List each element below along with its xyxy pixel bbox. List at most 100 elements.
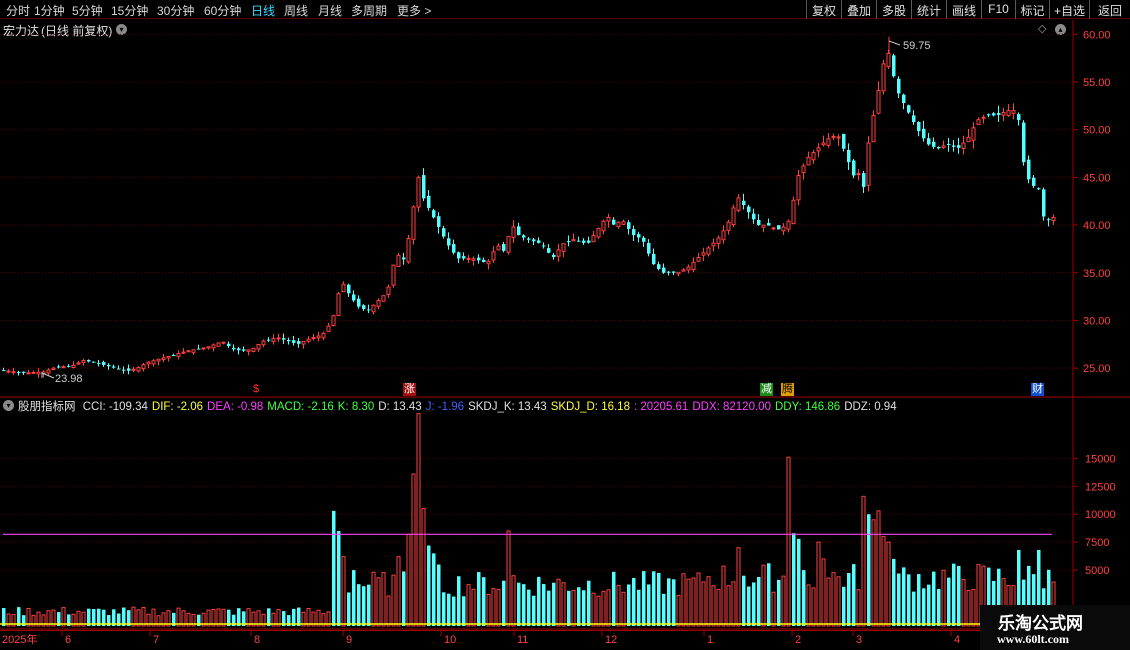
candle-body	[381, 295, 386, 302]
volume-bar	[831, 572, 836, 627]
overlay-button[interactable]: 叠加	[841, 0, 876, 19]
period-tab-60min[interactable]: 60分钟	[204, 2, 241, 19]
candle-body	[652, 253, 656, 265]
candle-body	[791, 199, 796, 225]
volume-bar	[902, 567, 906, 626]
candle-body	[371, 304, 376, 313]
candle-body	[246, 349, 251, 352]
candle-body	[657, 264, 661, 269]
volume-bar	[357, 584, 361, 626]
draw-line-button[interactable]: 画线	[946, 0, 981, 19]
candle-body	[606, 216, 611, 222]
multi-stock-button[interactable]: 多股	[876, 0, 911, 19]
candle-body	[856, 173, 861, 176]
month-tick-label: 1	[707, 634, 713, 646]
volume-bar	[941, 569, 946, 627]
volume-bar	[966, 589, 971, 627]
candle-body	[542, 245, 546, 247]
volume-bar	[922, 588, 926, 626]
period-tab-weekly[interactable]: 周线	[284, 2, 308, 19]
candle-body	[971, 127, 976, 141]
candle-body	[961, 142, 966, 150]
period-tab-fenshi[interactable]: 分时	[6, 2, 30, 19]
volume-bar	[437, 564, 441, 626]
candle-body	[442, 228, 446, 237]
marker-rise[interactable]: 涨	[403, 383, 416, 396]
volume-bar	[17, 607, 21, 626]
price-tick-label: 50.00	[1083, 125, 1111, 137]
marker-finance[interactable]: 财	[1031, 383, 1044, 396]
volume-chart[interactable]: 15000 12500 10000 7500 5000	[0, 398, 1130, 630]
period-tab-monthly[interactable]: 月线	[318, 2, 342, 19]
volume-bar	[332, 510, 336, 626]
volume-bar	[802, 570, 806, 626]
candle-body	[937, 146, 941, 149]
candlestick-chart[interactable]: 60.00 55.00 50.00 45.00 40.00 35.00 30.00 25.00…	[0, 20, 1130, 398]
adjust-button[interactable]: 复权	[806, 0, 841, 19]
candle-body	[1017, 114, 1021, 121]
f10-button[interactable]: F10	[981, 0, 1015, 19]
volume-bar	[587, 580, 591, 626]
period-tab-1min[interactable]: 1分钟	[34, 2, 65, 19]
month-tick-label: 9	[346, 634, 352, 646]
period-tab-more[interactable]: 更多 >	[397, 2, 431, 19]
candle-body	[747, 206, 751, 213]
marker-reduce[interactable]: 减	[760, 383, 773, 396]
candle-body	[31, 371, 36, 374]
candle-body	[301, 340, 306, 345]
volume-bar	[416, 413, 421, 627]
candle-body	[842, 133, 846, 149]
volume-bar	[767, 563, 771, 626]
candle-body	[696, 257, 701, 262]
volume-bar	[486, 593, 491, 627]
candle-body	[632, 229, 636, 236]
candle-body	[306, 338, 311, 342]
high-price-label: 59.75	[903, 40, 931, 52]
volume-bar	[881, 536, 886, 627]
candle-body	[701, 252, 706, 256]
candle-body	[131, 368, 136, 371]
mark-button[interactable]: 标记	[1015, 0, 1049, 19]
candle-body	[411, 206, 416, 240]
period-tab-5min[interactable]: 5分钟	[72, 2, 103, 19]
candle-body	[862, 173, 866, 187]
candle-body	[201, 347, 206, 350]
volume-bar	[912, 591, 916, 626]
candle-body	[176, 353, 181, 357]
volume-bar	[457, 576, 461, 626]
volume-tick-label: 5000	[1085, 565, 1109, 577]
marker-teng[interactable]: 腾	[781, 383, 794, 396]
volume-bar	[667, 578, 671, 626]
volume-bar	[642, 571, 646, 626]
candle-body	[311, 337, 316, 340]
candle-body	[522, 235, 526, 238]
period-tab-daily[interactable]: 日线	[251, 2, 275, 19]
candle-body	[511, 226, 516, 238]
volume-bar	[442, 592, 446, 626]
candle-body	[51, 367, 56, 370]
candle-body	[866, 142, 871, 186]
volume-bar	[612, 571, 616, 626]
candle-body	[582, 240, 586, 243]
candle-body	[676, 271, 681, 275]
marker-dollar[interactable]: $	[252, 383, 260, 396]
price-tick-label: 40.00	[1083, 220, 1111, 232]
candle-body	[267, 339, 271, 341]
month-tick-label: 4	[954, 634, 960, 646]
volume-bar	[816, 541, 821, 627]
volume-bar	[381, 572, 386, 627]
add-watchlist-button[interactable]: +自选	[1049, 0, 1089, 19]
volume-bar-series	[0, 413, 1056, 627]
price-annotations: 59.75 23.98	[41, 40, 931, 385]
volume-bar	[736, 547, 741, 627]
period-tab-30min[interactable]: 30分钟	[157, 2, 194, 19]
candle-body	[486, 260, 491, 265]
statistics-button[interactable]: 统计	[911, 0, 946, 19]
period-tab-multi[interactable]: 多周期	[351, 2, 387, 19]
candle-body	[1011, 110, 1016, 114]
candle-body	[181, 351, 186, 354]
candle-body	[276, 337, 281, 340]
period-tab-15min[interactable]: 15分钟	[111, 2, 148, 19]
back-button[interactable]: 返回	[1089, 0, 1130, 19]
candle-body	[1051, 216, 1056, 222]
